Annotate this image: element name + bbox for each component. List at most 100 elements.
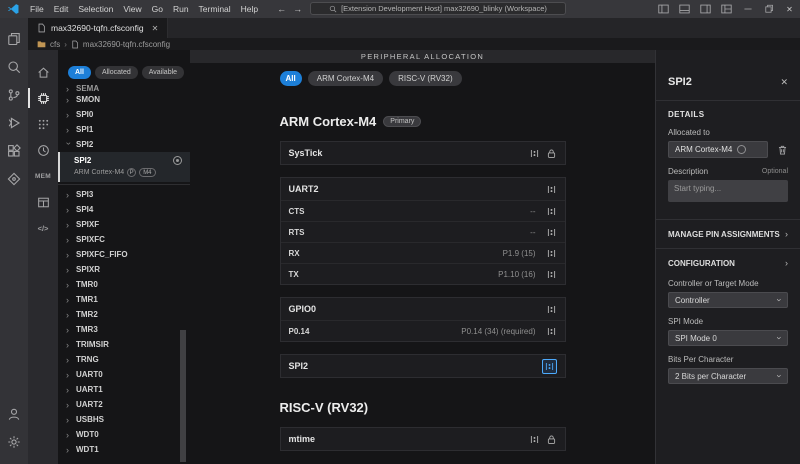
chevron-right-icon: ›	[66, 445, 72, 455]
activity-explorer-button[interactable]	[2, 27, 26, 51]
delete-allocation-button[interactable]	[777, 144, 788, 156]
pin-value: --	[530, 228, 535, 237]
config-icon-selected[interactable]	[542, 359, 557, 374]
core-filter-all[interactable]: All	[280, 71, 302, 86]
tree-item[interactable]: ›TRNG	[58, 352, 190, 367]
allocated-indicator-icon[interactable]	[173, 156, 182, 165]
tree-item[interactable]: ›SPIXF	[58, 217, 190, 232]
tree-item[interactable]: ›SPIXFC	[58, 232, 190, 247]
config-icon[interactable]	[529, 434, 540, 445]
toggle-secondary-sidebar-button[interactable]	[695, 0, 716, 18]
strip-peripherals-button[interactable]	[28, 85, 58, 111]
menu-item-terminal[interactable]: Terminal	[194, 4, 236, 14]
menu-item-edit[interactable]: Edit	[49, 4, 74, 14]
tree-item[interactable]: ›UART2	[58, 397, 190, 412]
config-icon[interactable]	[529, 148, 540, 159]
tree-item[interactable]: ›UART0	[58, 367, 190, 382]
tree-item[interactable]: ›SMON	[58, 92, 190, 107]
strip-memory-button[interactable]: MEM	[28, 163, 58, 189]
sidebar-scrollbar[interactable]	[180, 330, 186, 462]
activity-search-button[interactable]	[2, 55, 26, 79]
config-icon[interactable]	[546, 304, 557, 315]
restore-button[interactable]	[758, 0, 779, 18]
account-button[interactable]	[2, 402, 26, 426]
activity-debug-button[interactable]	[2, 111, 26, 135]
pin-grid-icon	[37, 118, 50, 131]
tree-item[interactable]: ›WDT1	[58, 442, 190, 457]
menu-bar: File Edit Selection View Go Run Terminal…	[25, 4, 263, 14]
strip-home-button[interactable]	[28, 59, 58, 85]
chevron-right-icon: ›	[66, 325, 72, 335]
config-icon[interactable]	[546, 206, 557, 217]
tree-item[interactable]: ›SPI1	[58, 122, 190, 137]
tree-item[interactable]: ›TMR3	[58, 322, 190, 337]
configuration-header[interactable]: CONFIGURATION ›	[656, 249, 800, 270]
minimize-button[interactable]	[737, 0, 758, 18]
tab-close-icon[interactable]: ✕	[152, 24, 159, 33]
nav-forward-button[interactable]: →	[293, 4, 302, 14]
strip-registers-button[interactable]	[28, 189, 58, 215]
menu-item-file[interactable]: File	[25, 4, 49, 14]
tree-item[interactable]: ›TRIMSIR	[58, 337, 190, 352]
allocated-core-select[interactable]: ARM Cortex-M4	[668, 141, 768, 158]
divider	[58, 184, 190, 185]
core-filter-riscv[interactable]: RISC-V (RV32)	[389, 71, 462, 86]
manage-pin-assignments-button[interactable]: MANAGE PIN ASSIGNMENTS ›	[656, 220, 800, 248]
filter-chip-all[interactable]: All	[68, 66, 91, 79]
toggle-panel-button[interactable]	[674, 0, 695, 18]
breadcrumb-file[interactable]: max32690-tqfn.cfsconfig	[83, 40, 170, 49]
config-icon[interactable]	[546, 184, 557, 195]
core-filter-m4[interactable]: ARM Cortex-M4	[308, 71, 383, 86]
config-icon[interactable]	[546, 227, 557, 238]
menu-item-view[interactable]: View	[118, 4, 146, 14]
activity-source-control-button[interactable]	[2, 83, 26, 107]
tree-item[interactable]: ›WDT0	[58, 427, 190, 442]
menu-item-help[interactable]: Help	[236, 4, 263, 14]
config-icon[interactable]	[546, 326, 557, 337]
customize-layout-button[interactable]	[716, 0, 737, 18]
tree-item-spi2[interactable]: ›SPI2	[58, 137, 190, 152]
description-input[interactable]	[668, 180, 788, 202]
tree-item[interactable]: ›SPIXR	[58, 262, 190, 277]
tree-item[interactable]: ›SPI3	[58, 187, 190, 202]
tree-item[interactable]: ›TMR0	[58, 277, 190, 292]
toggle-sidebar-button[interactable]	[653, 0, 674, 18]
strip-codegen-button[interactable]: </>	[28, 215, 58, 241]
window-title-search[interactable]: [Extension Development Host] max32690_bl…	[310, 2, 566, 15]
tree-item[interactable]: ›USBHS	[58, 412, 190, 427]
filter-chip-allocated[interactable]: Allocated	[95, 66, 138, 79]
menu-item-selection[interactable]: Selection	[73, 4, 118, 14]
tree-item[interactable]: ›SPI0	[58, 107, 190, 122]
card-uart2: UART2 CTS -- RTS -- RX P1.9 (15)	[280, 177, 566, 285]
tree-item[interactable]: ›TMR2	[58, 307, 190, 322]
tree-item-spi2-expanded[interactable]: SPI2 ARM Cortex-M4 P M4	[58, 152, 190, 182]
tree-item[interactable]: ›UART1	[58, 382, 190, 397]
card-title: GPIO0	[289, 304, 317, 314]
strip-clock-button[interactable]	[28, 137, 58, 163]
bits-per-character-select[interactable]: 2 Bits per Character ›	[668, 368, 788, 384]
config-icon[interactable]	[546, 248, 557, 259]
editor-tab[interactable]: max32690-tqfn.cfsconfig ✕	[28, 18, 168, 38]
activity-cfs-button[interactable]	[2, 167, 26, 191]
allocated-peripheral-label: SPI2	[74, 156, 91, 165]
panel-close-button[interactable]: ✕	[780, 77, 788, 88]
tree-item[interactable]: ›TMR1	[58, 292, 190, 307]
filter-chip-available[interactable]: Available	[142, 66, 184, 79]
nav-back-button[interactable]: ←	[277, 4, 286, 14]
close-window-button[interactable]: ✕	[779, 0, 800, 18]
menu-item-go[interactable]: Go	[147, 4, 168, 14]
tree-item[interactable]: ›SPIXFC_FIFO	[58, 247, 190, 262]
strip-pinmux-button[interactable]	[28, 111, 58, 137]
tree-item[interactable]: ›SPI4	[58, 202, 190, 217]
allocated-to-label: Allocated to	[668, 128, 788, 137]
config-icon[interactable]	[546, 269, 557, 280]
controller-mode-select[interactable]: Controller ›	[668, 292, 788, 308]
tree-item[interactable]: ›SEMA	[58, 84, 190, 92]
activity-extensions-button[interactable]	[2, 139, 26, 163]
settings-button[interactable]	[2, 430, 26, 454]
menu-item-run[interactable]: Run	[168, 4, 194, 14]
breadcrumb-folder[interactable]: cfs	[50, 40, 60, 49]
pin-label: RX	[289, 249, 300, 258]
spi-mode-select[interactable]: SPI Mode 0 ›	[668, 330, 788, 346]
chevron-right-icon: ›	[785, 258, 788, 268]
